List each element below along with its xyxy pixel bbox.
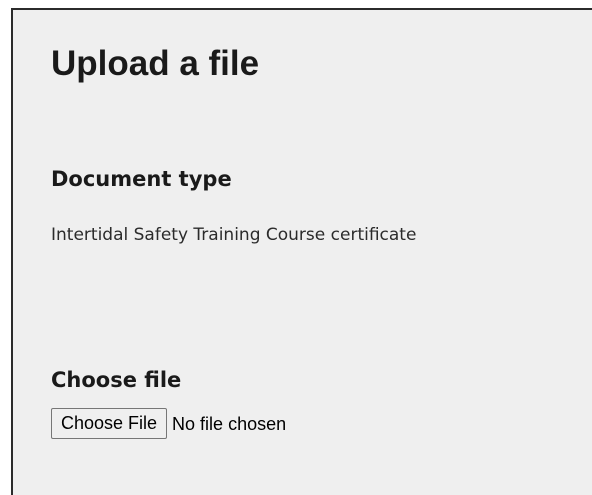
choose-file-button[interactable]: Choose File xyxy=(51,408,168,439)
file-status-text: No file chosen xyxy=(172,413,287,434)
upload-panel: Upload a file Document type Intertidal S… xyxy=(11,8,592,495)
document-type-heading: Document type xyxy=(51,167,232,191)
document-type-value: Intertidal Safety Training Course certif… xyxy=(51,225,417,245)
page-title: Upload a file xyxy=(51,44,260,83)
choose-file-heading: Choose file xyxy=(51,368,182,392)
file-input[interactable]: Choose File No file chosen xyxy=(51,407,286,440)
